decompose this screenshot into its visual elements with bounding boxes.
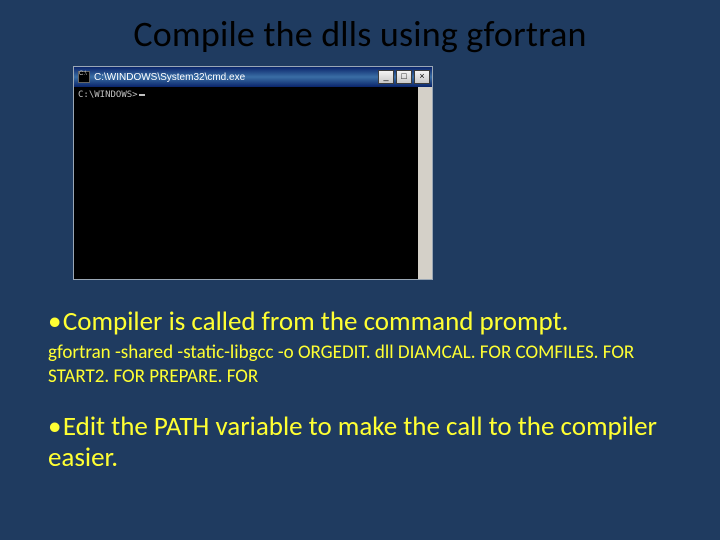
bullet-dot-icon: • bbox=[48, 411, 63, 442]
minimize-icon[interactable]: _ bbox=[378, 70, 394, 84]
bullet-1-text: Compiler is called from the command prom… bbox=[63, 305, 569, 338]
cmd-window: C:\WINDOWS\System32\cmd.exe _ □ × C:\WIN… bbox=[73, 66, 433, 280]
compiler-command: gfortran -shared -static-libgcc -o ORGED… bbox=[48, 341, 666, 389]
bullet-1: •Compiler is called from the command pro… bbox=[48, 306, 666, 337]
cmd-window-controls: _ □ × bbox=[378, 70, 430, 84]
cmd-title-text: C:\WINDOWS\System32\cmd.exe bbox=[94, 72, 378, 83]
cmd-titlebar: C:\WINDOWS\System32\cmd.exe _ □ × bbox=[74, 67, 432, 87]
close-icon[interactable]: × bbox=[414, 70, 430, 84]
maximize-icon[interactable]: □ bbox=[396, 70, 412, 84]
scrollbar-down-icon[interactable]: ▾ bbox=[418, 265, 432, 279]
bullet-2-text: Edit the PATH variable to make the call … bbox=[48, 410, 657, 474]
slide-title: Compile the dlls using gfortran bbox=[48, 12, 672, 56]
cmd-app-icon bbox=[78, 71, 90, 83]
cmd-body: C:\WINDOWS> ▴ ▾ bbox=[74, 87, 432, 279]
bullet-2: •Edit the PATH variable to make the call… bbox=[48, 411, 666, 473]
cmd-prompt: C:\WINDOWS> bbox=[78, 90, 138, 100]
scrollbar-up-icon[interactable]: ▴ bbox=[418, 87, 432, 101]
cmd-cursor-icon bbox=[139, 94, 145, 96]
bullet-dot-icon: • bbox=[48, 306, 63, 337]
